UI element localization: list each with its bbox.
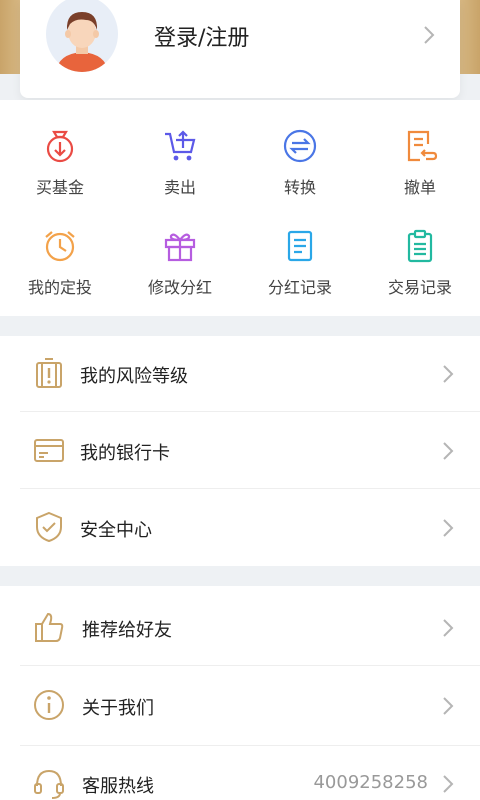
risk-warning-icon [36,358,62,388]
quick-action-label: 转换 [283,178,316,197]
chevron-right-icon [442,518,454,542]
menu-item-bank-card[interactable]: 我的银行卡 [20,413,480,489]
dividend-record-icon [287,230,313,262]
menu-group-account: 我的风险等级 我的银行卡 安全中心 [0,336,480,566]
menu-item-label: 我的风险等级 [80,366,188,387]
menu-item-customer-hotline[interactable]: 客服热线 4009258258 [20,746,480,800]
menu-item-about-us[interactable]: 关于我们 [20,666,480,746]
chevron-right-icon [422,24,436,50]
chevron-right-icon [442,618,454,642]
menu-group-more: 推荐给好友 关于我们 客服热线 4009258258 [0,586,480,800]
profile-card[interactable]: 登录/注册 [20,0,460,98]
menu-item-label: 客服热线 [82,776,154,797]
alarm-clock-icon [45,231,75,262]
shield-check-icon [36,511,62,543]
quick-action-cancel-order[interactable]: 撤单 [360,128,480,228]
chevron-right-icon [442,774,454,798]
quick-action-dividend-record[interactable]: 分红记录 [240,228,360,328]
convert-icon [283,129,317,163]
gift-icon [164,233,196,262]
chevron-right-icon [442,441,454,465]
quick-action-buy-fund[interactable]: 买基金 [0,128,120,228]
quick-action-my-plan[interactable]: 我的定投 [0,228,120,328]
info-icon [34,690,64,720]
quick-action-label: 修改分红 [147,278,212,297]
cancel-order-icon [407,130,438,162]
quick-action-modify-dividend[interactable]: 修改分红 [120,228,240,328]
buy-fund-icon [46,130,74,163]
quick-action-sell[interactable]: 卖出 [120,128,240,228]
menu-item-label: 我的银行卡 [80,443,170,464]
menu-item-recommend[interactable]: 推荐给好友 [20,588,480,666]
chevron-right-icon [442,364,454,388]
headset-icon [34,769,64,799]
quick-action-trade-record[interactable]: 交易记录 [360,228,480,328]
quick-action-convert[interactable]: 转换 [240,128,360,228]
bank-card-icon [34,439,64,462]
menu-item-label: 安全中心 [80,520,152,541]
menu-item-label: 关于我们 [82,698,154,719]
chevron-right-icon [442,696,454,720]
menu-item-risk-level[interactable]: 我的风险等级 [20,336,480,412]
sell-cart-icon [165,130,196,161]
quick-action-label: 撤单 [403,178,436,197]
thumbs-up-icon [35,612,64,642]
clipboard-icon [407,229,433,263]
quick-action-label: 买基金 [35,178,84,197]
menu-item-security-center[interactable]: 安全中心 [20,490,480,566]
quick-action-label: 分红记录 [267,278,332,297]
user-avatar-icon [46,0,118,72]
quick-action-label: 我的定投 [27,278,92,297]
hotline-number[interactable]: 4009258258 [313,772,428,793]
quick-actions-panel: 买基金 卖出 转换 撤单 我的定投 修改分红 分红记录 交易记录 [0,100,480,316]
login-register-link[interactable]: 登录/注册 [154,20,249,52]
menu-item-label: 推荐给好友 [82,620,172,641]
quick-action-label: 交易记录 [387,278,452,297]
quick-action-label: 卖出 [163,178,196,197]
